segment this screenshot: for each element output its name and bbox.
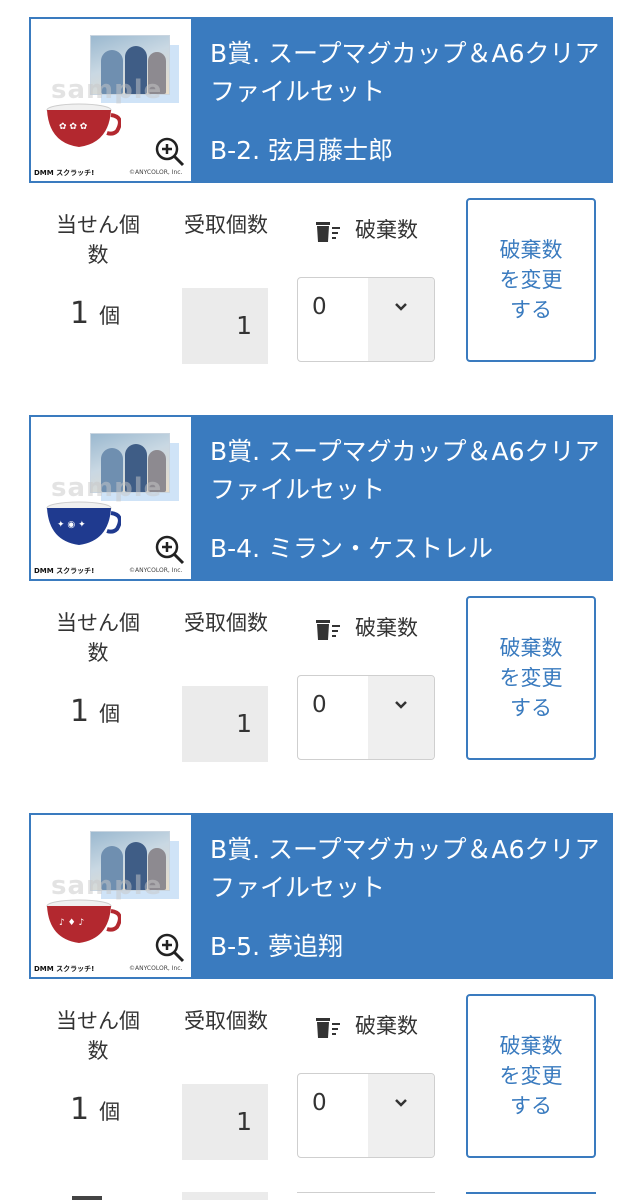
chevron-down-icon [395, 701, 407, 709]
svg-text:✦ ◉ ✦: ✦ ◉ ✦ [57, 520, 86, 530]
won-count: 1個 [70, 1092, 140, 1127]
prize-header: sample ♪ ♦ ♪ DMM スクラッチ! ©ANYCOLOR, Inc. … [29, 813, 613, 979]
select-arrow[interactable] [368, 676, 434, 759]
select-arrow[interactable] [368, 1074, 434, 1157]
won-count-unit: 個 [99, 1100, 121, 1124]
won-count: 1個 [70, 694, 140, 729]
won-count-label: 当せん個数 [56, 1009, 140, 1063]
svg-text:♪ ♦ ♪: ♪ ♦ ♪ [59, 918, 84, 928]
prize-thumbnail[interactable]: sample ✿ ✿ ✿ DMM スクラッチ! ©ANYCOLOR, Inc. [31, 19, 191, 181]
zoom-in-icon[interactable] [155, 933, 185, 963]
prize-title: B賞. スープマグカップ＆A6クリアファイルセット [210, 39, 600, 106]
change-discard-button[interactable]: 破棄数を変更する [466, 994, 596, 1158]
prize-item: sample ✿ ✿ ✿ DMM スクラッチ! ©ANYCOLOR, Inc. … [0, 0, 643, 398]
chevron-down-icon [395, 303, 407, 311]
received-count-label: 受取個数 [184, 1009, 268, 1033]
prize-thumbnail[interactable]: sample ✦ ◉ ✦ DMM スクラッチ! ©ANYCOLOR, Inc. [31, 417, 191, 579]
copyright-text: ©ANYCOLOR, Inc. [129, 965, 183, 972]
won-count-label: 当せん個数 [56, 611, 140, 665]
dmm-logo: DMM スクラッチ! [34, 567, 95, 575]
won-count: 1個 [70, 296, 140, 331]
next-item-partial [0, 1192, 643, 1200]
prize-variant: B-2. 弦月藤士郎 [210, 136, 393, 165]
received-count-field: 1 [182, 288, 268, 364]
chevron-down-icon [395, 1099, 407, 1107]
won-count-value: 1 [70, 1092, 90, 1127]
svg-text:✿ ✿ ✿: ✿ ✿ ✿ [59, 122, 88, 132]
sample-watermark: sample [51, 871, 163, 901]
discard-label: 破棄数 [355, 1014, 418, 1038]
prize-title: B賞. スープマグカップ＆A6クリアファイルセット [210, 835, 600, 902]
zoom-in-icon[interactable] [155, 535, 185, 565]
mug-icon: ✦ ◉ ✦ [46, 501, 121, 545]
trash-icon [316, 620, 340, 640]
won-count-label: 当せん個数 [56, 213, 140, 267]
select-arrow[interactable] [368, 278, 434, 361]
zoom-in-icon[interactable] [155, 137, 185, 167]
won-count-unit: 個 [99, 702, 121, 726]
won-count-value: 1 [70, 694, 90, 729]
prize-thumbnail[interactable]: sample ♪ ♦ ♪ DMM スクラッチ! ©ANYCOLOR, Inc. [31, 815, 191, 977]
sample-watermark: sample [51, 75, 163, 105]
discard-select[interactable]: 0 [297, 277, 435, 362]
received-count-label: 受取個数 [184, 611, 268, 635]
change-discard-button[interactable]: 破棄数を変更する [466, 596, 596, 760]
discard-label: 破棄数 [355, 218, 418, 242]
trash-icon [316, 1018, 340, 1038]
partial-field [182, 1192, 268, 1200]
partial-button [466, 1192, 596, 1200]
discard-select[interactable]: 0 [297, 675, 435, 760]
won-count-value: 1 [70, 296, 90, 331]
received-count-field: 1 [182, 686, 268, 762]
prize-header: sample ✿ ✿ ✿ DMM スクラッチ! ©ANYCOLOR, Inc. … [29, 17, 613, 183]
prize-item: sample ♪ ♦ ♪ DMM スクラッチ! ©ANYCOLOR, Inc. … [0, 796, 643, 1194]
discard-label: 破棄数 [355, 616, 418, 640]
copyright-text: ©ANYCOLOR, Inc. [129, 567, 183, 574]
partial-text [72, 1196, 102, 1200]
partial-select [297, 1192, 435, 1200]
mug-icon: ♪ ♦ ♪ [46, 899, 121, 943]
discard-select-value: 0 [312, 1090, 327, 1116]
dmm-logo: DMM スクラッチ! [34, 965, 95, 973]
dmm-logo: DMM スクラッチ! [34, 169, 95, 177]
prize-variant: B-5. 夢追翔 [210, 932, 343, 961]
change-discard-button[interactable]: 破棄数を変更する [466, 198, 596, 362]
prize-header: sample ✦ ◉ ✦ DMM スクラッチ! ©ANYCOLOR, Inc. … [29, 415, 613, 581]
trash-icon [316, 222, 340, 242]
copyright-text: ©ANYCOLOR, Inc. [129, 169, 183, 176]
change-discard-button-label: 破棄数を変更する [499, 238, 563, 322]
change-discard-button-label: 破棄数を変更する [499, 1034, 563, 1118]
won-count-unit: 個 [99, 304, 121, 328]
prize-variant: B-4. ミラン・ケストレル [210, 534, 493, 563]
sample-watermark: sample [51, 473, 163, 503]
discard-select-value: 0 [312, 692, 327, 718]
mug-icon: ✿ ✿ ✿ [46, 103, 121, 147]
received-count-label: 受取個数 [184, 213, 268, 237]
prize-title: B賞. スープマグカップ＆A6クリアファイルセット [210, 437, 600, 504]
prize-item: sample ✦ ◉ ✦ DMM スクラッチ! ©ANYCOLOR, Inc. … [0, 398, 643, 796]
change-discard-button-label: 破棄数を変更する [499, 636, 563, 720]
discard-select-value: 0 [312, 294, 327, 320]
received-count-field: 1 [182, 1084, 268, 1160]
discard-select[interactable]: 0 [297, 1073, 435, 1158]
